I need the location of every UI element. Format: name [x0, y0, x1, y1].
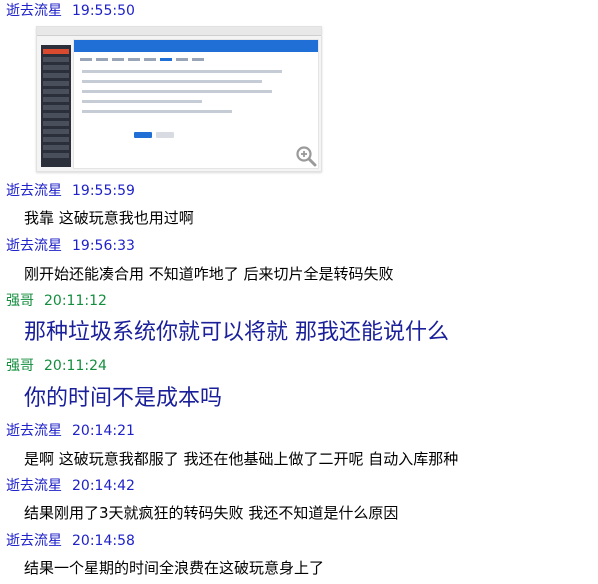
sender-name: 逝去流星 — [6, 238, 62, 254]
message-time: 20:11:12 — [44, 293, 107, 309]
message-time: 20:14:21 — [72, 423, 135, 439]
zoom-in-icon[interactable] — [295, 145, 317, 167]
message-header: 强哥 20:11:24 — [6, 357, 107, 375]
message-header: 逝去流星 19:56:33 — [6, 237, 135, 255]
sender-name: 逝去流星 — [6, 533, 62, 549]
message-time: 20:14:58 — [72, 533, 135, 549]
thumb-main-panel — [73, 39, 319, 169]
sender-name: 强哥 — [6, 358, 34, 374]
message-text: 那种垃圾系统你就可以将就 那我还能说什么 — [24, 320, 449, 345]
message-time: 19:55:50 — [72, 3, 135, 19]
message-time: 20:11:24 — [44, 358, 107, 374]
message-text: 结果刚用了3天就疯狂的转码失败 我还不知道是什么原因 — [24, 504, 399, 522]
message-header: 逝去流星 20:14:42 — [6, 477, 135, 495]
sender-name: 逝去流星 — [6, 423, 62, 439]
message-text: 我靠 这破玩意我也用过啊 — [24, 209, 194, 227]
thumb-sidebar — [41, 45, 71, 167]
screenshot-thumbnail[interactable] — [36, 26, 322, 172]
message-text: 是啊 这破玩意我都服了 我还在他基础上做了二开呢 自动入库那种 — [24, 450, 459, 468]
message-header: 逝去流星 19:55:50 — [6, 2, 135, 20]
thumb-browser-bar — [37, 27, 321, 36]
sender-name: 逝去流星 — [6, 3, 62, 19]
sender-name: 强哥 — [6, 293, 34, 309]
message-text: 你的时间不是成本吗 — [24, 386, 223, 411]
message-header: 强哥 20:11:12 — [6, 292, 107, 310]
message-time: 19:55:59 — [72, 183, 135, 199]
message-header: 逝去流星 19:55:59 — [6, 182, 135, 200]
sender-name: 逝去流星 — [6, 478, 62, 494]
message-header: 逝去流星 20:14:58 — [6, 532, 135, 550]
message-text: 结果一个星期的时间全浪费在这破玩意身上了 — [24, 559, 325, 577]
sender-name: 逝去流星 — [6, 183, 62, 199]
message-time: 19:56:33 — [72, 238, 135, 254]
message-text: 刚开始还能凑合用 不知道咋地了 后来切片全是转码失败 — [24, 265, 394, 283]
message-time: 20:14:42 — [72, 478, 135, 494]
message-header: 逝去流星 20:14:21 — [6, 422, 135, 440]
